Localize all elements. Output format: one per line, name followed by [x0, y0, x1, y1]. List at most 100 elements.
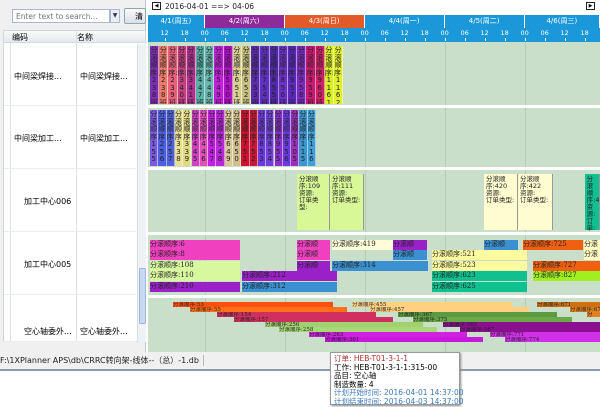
task-bar[interactable]: 分滚顺序:8	[149, 250, 240, 261]
task-bar[interactable]: 分滚顺序:8 56 班	[278, 46, 288, 104]
task-bar[interactable]: 分滚顺序:9 58 班	[297, 46, 307, 104]
search-dropdown-button[interactable]: ▼	[110, 9, 120, 23]
hour-tick	[204, 38, 206, 41]
day-cell: 4/5(周二)	[444, 15, 525, 28]
task-bar[interactable]: 分滚顺序:2 38 班	[159, 46, 169, 104]
task-bar[interactable]: 分滚顺序:4 47 班	[196, 46, 206, 104]
task-bar[interactable]: 分滚顺序:1 5 5	[150, 110, 159, 166]
task-bar[interactable]: 分滚顺序:6 52 班	[242, 46, 252, 104]
clear-button[interactable]: 清	[124, 8, 146, 24]
task-bar[interactable]: 分滚顺序:9 59 班	[306, 46, 316, 104]
task-bar[interactable]: 分滚顺序:7 5 2	[249, 110, 258, 166]
task-bar[interactable]: 分滚顺序:827	[533, 271, 600, 282]
task-bar[interactable]: 分滚顺序:6	[149, 240, 240, 250]
task-bar[interactable]: 分滚顺序:5 50 班	[223, 46, 233, 104]
task-bar[interactable]: 分滚顺序:4 4 5	[191, 110, 200, 166]
task-bar[interactable]: 分滚顺	[297, 240, 330, 250]
scrollbar-thumb[interactable]	[139, 268, 146, 324]
task-bar[interactable]: 分滚顺	[393, 240, 427, 250]
task-bar[interactable]: 分滚顺序:521	[432, 250, 527, 261]
task-block[interactable]: 分滚顺序:420 资源: 订单类型:	[484, 174, 518, 230]
task-bar[interactable]: 分滚顺序:727	[533, 260, 600, 271]
next-button[interactable]: ▶	[586, 2, 595, 10]
task-bar[interactable]: 分滚顺序:312	[242, 281, 337, 292]
task-bar[interactable]: 分滚顺	[297, 260, 330, 271]
table-row[interactable]: 中间梁焊接... 中间梁焊接...	[4, 44, 136, 106]
task-block[interactable]: 分滚顺序:4 资源: 订单:	[584, 174, 600, 232]
task-bar[interactable]: 分滚顺序:3 3 8	[174, 110, 184, 166]
task-bar[interactable]: 分滚顺序:7 54 班	[260, 46, 270, 104]
column-header-name[interactable]: 名称	[77, 32, 93, 43]
task-bar[interactable]: 分滚顺序:5 4 8	[216, 110, 225, 166]
task-bar[interactable]: 分滚顺序:1 16 1	[324, 46, 334, 104]
hour-tick	[584, 38, 586, 41]
hour-tick	[364, 38, 366, 41]
task-bar[interactable]: 分滚顺序:6 5 0	[233, 110, 242, 166]
task-bar[interactable]: 分滚顺序:4 4 6	[199, 110, 209, 166]
task-bar[interactable]: 分滚顺序:108	[149, 260, 240, 271]
table-row[interactable]: 加工中心006	[4, 169, 136, 232]
table-row[interactable]: 空心轴委外... 空心轴委外...	[4, 295, 136, 342]
task-bar[interactable]: 分滚顺序:3 3 9	[183, 110, 192, 166]
task-block[interactable]: 分滚顺序:109 资源: 订单类型:	[297, 174, 330, 230]
task-bar[interactable]: 分滚顺序:1 1 5	[299, 110, 308, 166]
column-header-code[interactable]: 编码	[12, 32, 28, 43]
task-bar[interactable]: 分滚顺序:2 5 7	[166, 110, 175, 166]
task-bar[interactable]: 分滚顺序:3 40 班	[177, 46, 187, 104]
task-bar[interactable]: 分滚顺序:5 4 7	[208, 110, 217, 166]
table-row[interactable]: 加工中心005	[4, 232, 136, 295]
task-bar[interactable]: 分滚顺序:2 39 班	[168, 46, 178, 104]
task-bar[interactable]: 分滚顺序:212	[242, 271, 337, 282]
task-bar[interactable]: 分滚顺序:774	[505, 337, 600, 342]
task-bar[interactable]: 分滚顺序:9 57 班	[288, 46, 298, 104]
hour-label: 12	[560, 29, 569, 37]
task-bar[interactable]: 分滚顺序:2 38 班	[150, 46, 160, 104]
task-bar[interactable]: 分滚顺序:419	[332, 240, 393, 250]
task-bar[interactable]: 分滚顺	[484, 240, 518, 250]
task-bar[interactable]: 分滚顺序:7 5 1	[241, 110, 250, 166]
task-bar[interactable]: 分滚顺序:623	[432, 271, 527, 282]
task-bar[interactable]: 分滚顺	[393, 250, 427, 261]
task-block[interactable]: 分滚顺序:111 资源: 订单类型:	[330, 174, 364, 230]
task-bar[interactable]: 分滚顺序:4 48 班	[205, 46, 215, 104]
previous-button[interactable]: ◀	[152, 2, 161, 10]
task-bar[interactable]: 分滚顺序:5 49 班	[214, 46, 224, 104]
task-bar[interactable]: 分滚顺序:625	[432, 281, 527, 292]
task-bar[interactable]: 分滚顺序:314	[332, 260, 428, 271]
task-bar[interactable]: 分滚顺序:2 5 6	[158, 110, 167, 166]
day-label: 4/2(周六)	[228, 17, 260, 25]
vertical-scrollbar[interactable]	[137, 44, 146, 342]
task-bar[interactable]: 分滚顺序:7 53 班	[251, 46, 261, 104]
task-bar[interactable]: 分滚顺序:6 4 9	[224, 110, 233, 166]
day-cell: 4/2(周六)	[204, 15, 285, 28]
task-bar[interactable]: 分滚顺序:8 5 4	[266, 110, 275, 166]
task-bar[interactable]: 分滚顺序:1 0 5	[291, 110, 300, 166]
task-bar[interactable]: 分滚	[584, 240, 600, 250]
task-bar[interactable]: 分滚顺序:8 55 班	[269, 46, 279, 104]
task-bar[interactable]: 分滚顺序:9 60 班	[315, 46, 325, 104]
task-bar[interactable]: 分滚顺	[297, 250, 330, 261]
task-bar[interactable]: 分滚顺序:725	[523, 240, 583, 250]
task-bar[interactable]: 分滚顺序:8 5 3	[257, 110, 267, 166]
task-bar[interactable]: 分滚顺序:523	[432, 260, 527, 271]
task-bar[interactable]: 分滚顺序:210	[149, 281, 240, 292]
hour-tick	[304, 38, 306, 41]
table-row[interactable]: 中间梁加工... 中间梁加工...	[4, 106, 136, 169]
status-bar: F:\1XPlanner APS\db\CRRC转向架-线体--（总）-1.db	[0, 352, 600, 371]
hour-label: 18	[260, 29, 269, 37]
task-bar[interactable]: 分滚顺序:6 51 班	[232, 46, 242, 104]
task-bar[interactable]: 分滚顺序:3 41 班	[186, 46, 196, 104]
task-bar[interactable]: 分滚顺序:9 5 6	[282, 110, 292, 166]
day-label: 4/5(周二)	[468, 17, 500, 25]
task-bar[interactable]: 分滚顺序:361	[325, 337, 483, 342]
task-block[interactable]: 分滚顺序:422 资源: 订单类型:	[518, 174, 553, 230]
task-bar[interactable]: 分滚顺序:1 16 2	[334, 46, 344, 104]
hour-tick	[524, 38, 526, 41]
task-bar[interactable]: 分滚	[584, 250, 600, 261]
task-bar[interactable]: 分	[587, 312, 600, 317]
task-bar[interactable]: 分滚顺序:9 5 5	[274, 110, 283, 166]
hour-tick	[504, 38, 506, 41]
search-input[interactable]	[12, 9, 110, 23]
task-bar[interactable]: 分滚顺序:1 1 6	[307, 110, 316, 166]
task-bar[interactable]: 分滚顺序:110	[149, 271, 240, 282]
